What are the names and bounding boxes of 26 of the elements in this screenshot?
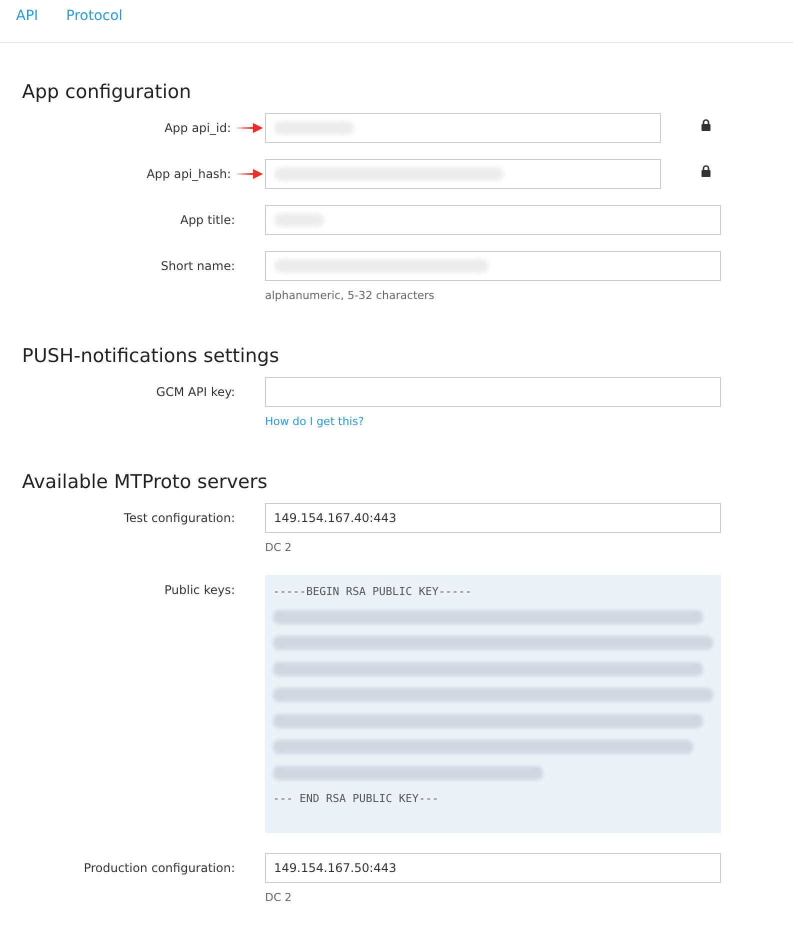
input-field[interactable] <box>265 251 721 281</box>
field-label: Production configuration: <box>84 861 235 875</box>
field-label: Test configuration: <box>124 511 235 525</box>
field-label: GCM API key: <box>156 385 235 399</box>
field-label: App api_id: <box>164 121 231 135</box>
input-field[interactable] <box>265 113 661 143</box>
input-field[interactable] <box>265 205 721 235</box>
section-heading: PUSH-notifications settings <box>22 345 280 367</box>
field-label: App title: <box>180 213 235 227</box>
nav-link[interactable]: API <box>16 8 38 24</box>
field-hint: DC 2 <box>265 891 293 904</box>
input-field[interactable]: 149.154.167.40:443 <box>265 503 721 533</box>
field-hint: alphanumeric, 5-32 characters <box>265 289 436 302</box>
input-field[interactable] <box>265 377 721 407</box>
key-line: --- END RSA PUBLIC KEY--- <box>273 792 440 805</box>
field-hint: DC 2 <box>265 541 293 554</box>
section-heading: App configuration <box>22 81 192 103</box>
input-field[interactable]: 149.154.167.50:443 <box>265 853 721 883</box>
help-link[interactable]: How do I get this? <box>265 415 721 428</box>
key-line: -----BEGIN RSA PUBLIC KEY----- <box>273 585 473 598</box>
nav-link[interactable]: Protocol <box>66 8 123 24</box>
section-heading: Available MTProto servers <box>22 471 268 493</box>
field-label: Public keys: <box>164 583 235 597</box>
field-label: App api_hash: <box>146 167 231 181</box>
input-field[interactable] <box>265 159 661 189</box>
field-label: Short name: <box>160 259 235 273</box>
